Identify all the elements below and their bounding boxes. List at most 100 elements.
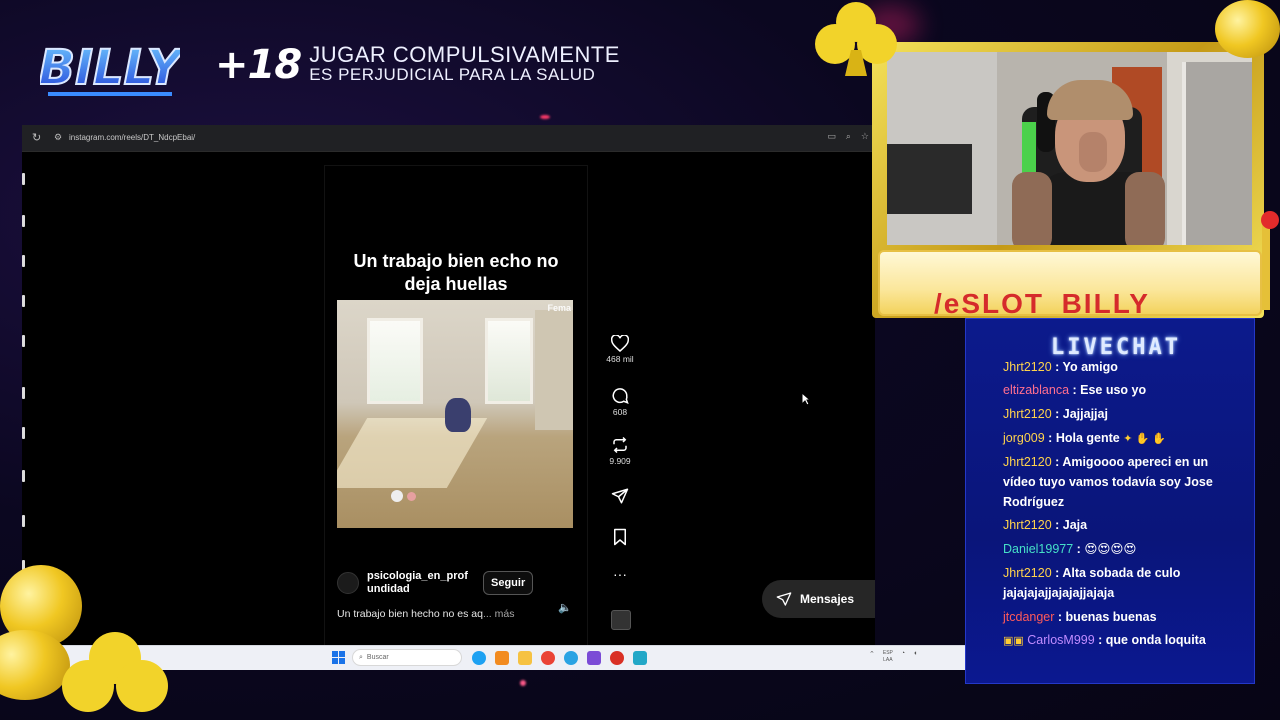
like-action[interactable]: 468 mil xyxy=(600,335,640,364)
discord-app-icon[interactable] xyxy=(587,651,601,665)
chat-text: Jajjajjaj xyxy=(1062,407,1108,421)
chat-text: Hola gente xyxy=(1055,431,1120,445)
chat-message: jorg009 : Hola gente ✦ ✋ ✋ xyxy=(1003,431,1166,445)
chat-user: jorg009 xyxy=(1003,431,1045,445)
chat-user: Jhrt2120 xyxy=(1003,518,1052,532)
gold-club-icon xyxy=(815,2,897,76)
webcam-feed xyxy=(887,52,1252,245)
sparkle xyxy=(540,115,550,119)
reel-player[interactable]: Un trabajo bien echo no deja huellas Fem… xyxy=(324,165,588,645)
reposts-count: 9.909 xyxy=(609,456,631,466)
install-icon[interactable]: ▭ xyxy=(827,131,836,142)
chat-text: 😍😍😍😍 xyxy=(1084,542,1137,556)
save-action[interactable] xyxy=(600,528,640,546)
chat-message: Jhrt2120 : Jajjajjaj xyxy=(1003,407,1108,421)
author-avatar[interactable] xyxy=(337,572,359,594)
address-bar[interactable]: ↻ ⚙ instagram.com/reels/DT_NdcpEbai/ ▭ ⌕… xyxy=(22,125,875,152)
zoom-icon[interactable]: ⌕ xyxy=(846,131,851,142)
comments-count: 608 xyxy=(612,407,628,417)
nav-explore-icon[interactable] xyxy=(22,255,25,267)
comment-icon xyxy=(612,388,629,405)
taskbar-apps xyxy=(472,651,647,665)
tray-chevron-icon[interactable]: ⌃ xyxy=(869,650,875,664)
chat-text: que onda loquita xyxy=(1105,633,1206,647)
follow-button[interactable]: Seguir xyxy=(483,571,534,595)
chrome-app-icon[interactable] xyxy=(541,651,555,665)
taskbar-search[interactable]: ⌕ Buscar xyxy=(352,649,462,666)
warning-line-1: JUGAR COMPULSIVAMENTE xyxy=(309,42,620,67)
age-badge: +18 xyxy=(215,42,302,88)
chat-emojis: ✦ ✋ ✋ xyxy=(1123,433,1166,445)
copilot-app-icon[interactable] xyxy=(495,651,509,665)
warning-line-2: ES PERJUDICIAL PARA LA SALUD xyxy=(309,65,596,84)
mouse-cursor-icon xyxy=(801,392,811,406)
browser-window: ↻ ⚙ instagram.com/reels/DT_NdcpEbai/ ▭ ⌕… xyxy=(22,125,875,645)
calculator-app-icon[interactable] xyxy=(633,651,647,665)
video-person xyxy=(445,398,471,432)
bookmark-star-icon[interactable]: ☆ xyxy=(861,131,869,142)
url-text[interactable]: instagram.com/reels/DT_NdcpEbai/ xyxy=(69,133,195,142)
share-action[interactable] xyxy=(600,487,640,505)
messages-button[interactable]: Mensajes xyxy=(762,580,875,618)
nav-messages-icon[interactable] xyxy=(22,335,25,347)
messages-label: Mensajes xyxy=(800,592,855,606)
chat-message: ▣▣ CarlosM999 : que onda loquita xyxy=(1003,633,1206,647)
sponsor-text: /eSLOT_BILLY xyxy=(934,288,1150,316)
telegram-app-icon[interactable] xyxy=(564,651,578,665)
nav-more-icon[interactable] xyxy=(22,515,25,527)
volume-icon[interactable]: ◖ xyxy=(913,650,917,664)
chat-user: CarlosM999 xyxy=(1027,633,1095,647)
reel-video-frame[interactable]: Fema xyxy=(337,300,573,528)
chat-message: Jhrt2120 : Amigoooo apereci en un vídeo … xyxy=(1003,455,1213,509)
language-indicator[interactable]: ESP LAA xyxy=(883,650,893,664)
original-audio-thumbnail[interactable] xyxy=(611,610,631,630)
chat-message: eltizablanca : Ese uso yo xyxy=(1003,383,1147,397)
instagram-sidebar xyxy=(22,165,28,585)
send-icon xyxy=(776,592,792,606)
system-tray: ⌃ ESP LAA ◔ ◖ xyxy=(869,650,917,664)
more-options-icon[interactable]: ··· xyxy=(600,567,640,581)
chat-user: eltizablanca xyxy=(1003,383,1070,397)
nav-reels-icon[interactable] xyxy=(22,295,25,307)
chat-user: jtcdanger xyxy=(1003,610,1055,624)
repost-action[interactable]: 9.909 xyxy=(600,436,640,466)
wifi-icon[interactable]: ◔ xyxy=(901,650,905,664)
description-text: Un trabajo bien hecho no es aq xyxy=(337,608,483,620)
gambling-warning: +18 JUGAR COMPULSIVAMENTE ES PERJUDICIAL… xyxy=(215,40,620,90)
comment-action[interactable]: 608 xyxy=(600,387,640,417)
chat-text: Yo amigo xyxy=(1062,360,1118,374)
chat-message: Jhrt2120 : Jaja xyxy=(1003,518,1088,532)
author-name[interactable]: psicologia_en_profundidad xyxy=(367,570,471,596)
nav-profile-icon[interactable] xyxy=(22,470,25,482)
chat-user: Daniel19977 xyxy=(1003,542,1074,556)
reload-icon[interactable]: ↻ xyxy=(32,131,41,144)
likes-count: 468 mil xyxy=(606,354,634,364)
recorder-app-icon[interactable] xyxy=(610,651,624,665)
search-placeholder: Buscar xyxy=(366,654,389,661)
mute-icon[interactable]: 🔈 xyxy=(557,601,573,617)
sparkle xyxy=(520,680,526,686)
slot-lever-icon xyxy=(1261,211,1279,310)
sponsor-banner: /eSLOT_BILLY xyxy=(878,250,1262,316)
bookmark-icon xyxy=(614,528,626,546)
chat-text: Jaja xyxy=(1062,518,1088,532)
more-link[interactable]: ... más xyxy=(483,608,515,620)
reel-caption: Un trabajo bien echo no deja huellas xyxy=(353,251,559,294)
windows-start-icon[interactable] xyxy=(332,651,345,664)
chat-message: jtcdanger : buenas buenas xyxy=(1003,610,1157,624)
nav-home-icon[interactable] xyxy=(22,173,25,185)
repost-icon xyxy=(613,436,627,454)
edge-app-icon[interactable] xyxy=(472,651,486,665)
chat-message: Jhrt2120 : Alta sobada de culo jajajajaj… xyxy=(1003,566,1181,600)
explorer-app-icon[interactable] xyxy=(518,651,532,665)
live-chat-panel: LIVECHAT Jhrt2120 : Yo amigo eltizablanc… xyxy=(965,318,1255,684)
video-watermark: Fema xyxy=(547,303,571,313)
nav-search-icon[interactable] xyxy=(22,215,25,227)
chat-message: Jhrt2120 : Yo amigo xyxy=(1003,360,1118,374)
chat-text: Ese uso yo xyxy=(1080,383,1147,397)
nav-notifications-icon[interactable] xyxy=(22,387,25,399)
chat-user: Jhrt2120 xyxy=(1003,360,1052,374)
chat-message: Daniel19977 : 😍😍😍😍 xyxy=(1003,542,1137,556)
site-info-icon[interactable]: ⚙ xyxy=(54,132,64,142)
nav-create-icon[interactable] xyxy=(22,427,25,439)
